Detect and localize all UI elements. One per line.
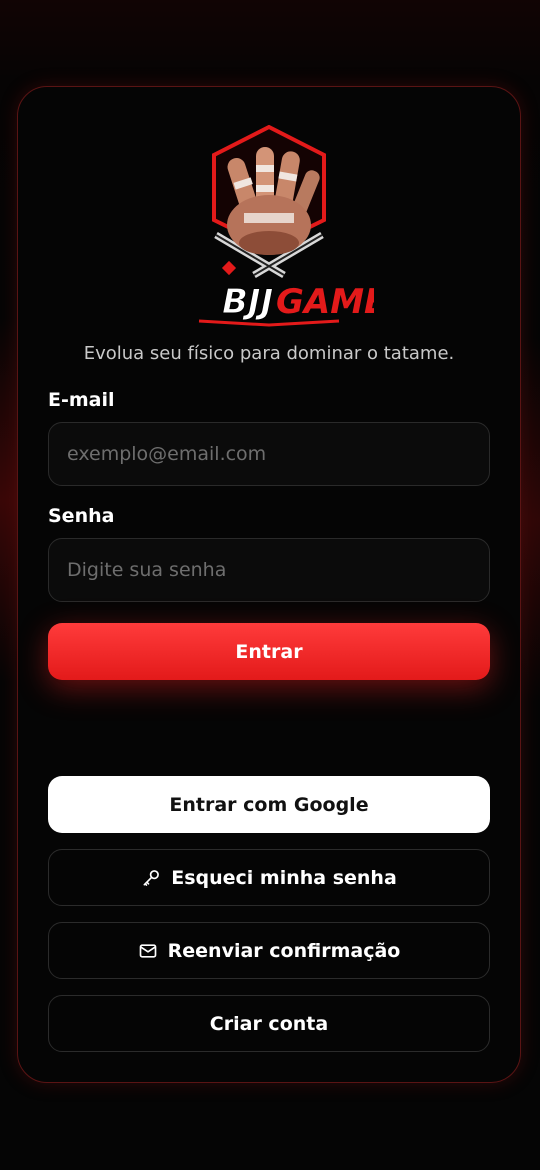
login-button-label: Entrar [235, 640, 303, 663]
svg-text:GAME: GAME [276, 282, 374, 322]
resend-confirmation-label: Reenviar confirmação [167, 939, 401, 962]
create-account-button[interactable]: Criar conta [48, 995, 490, 1052]
email-label: E-mail [48, 389, 115, 411]
password-label: Senha [48, 505, 115, 527]
login-button[interactable]: Entrar [48, 623, 490, 680]
create-account-label: Criar conta [209, 1012, 329, 1035]
brand-logo: BJJ GAME [164, 125, 374, 335]
key-icon [141, 868, 161, 888]
resend-confirmation-button[interactable]: Reenviar confirmação [48, 922, 490, 979]
forgot-password-label: Esqueci minha senha [171, 866, 397, 889]
google-login-button[interactable]: Entrar com Google [48, 776, 490, 833]
tagline: Evolua seu físico para dominar o tatame. [83, 343, 455, 364]
email-field[interactable] [48, 422, 490, 486]
taped-fist-shield-icon: BJJ GAME [198, 125, 374, 327]
password-field[interactable] [48, 538, 490, 602]
login-card: BJJ GAME Evolua seu físico para dominar … [17, 86, 521, 1083]
forgot-password-button[interactable]: Esqueci minha senha [48, 849, 490, 906]
mail-icon [138, 941, 158, 961]
google-login-label: Entrar com Google [169, 793, 369, 816]
svg-text:BJJ: BJJ [222, 282, 273, 322]
